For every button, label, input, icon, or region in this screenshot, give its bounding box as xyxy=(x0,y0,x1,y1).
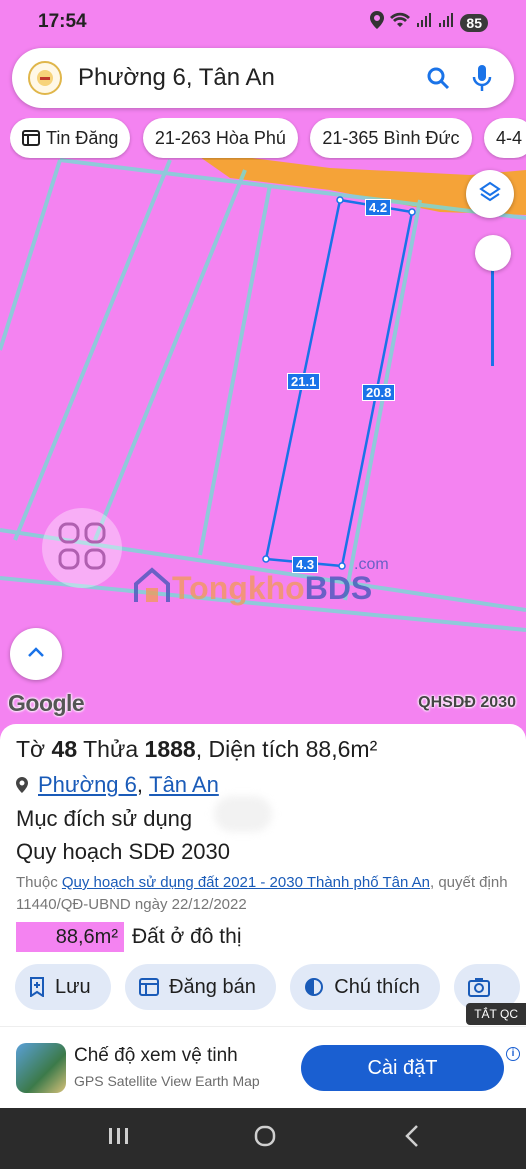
signal-icon xyxy=(416,12,432,33)
zoom-slider-handle[interactable] xyxy=(475,235,511,271)
ad-info-icon[interactable]: i xyxy=(506,1047,520,1061)
purpose-label: Mục đích sử dụng xyxy=(16,806,193,831)
action-buttons: Lưu Đăng bán Chú thích xyxy=(15,964,526,1012)
blurred-value xyxy=(214,796,272,832)
listing-icon xyxy=(22,130,40,146)
save-button[interactable]: Lưu xyxy=(15,964,111,1010)
save-icon xyxy=(29,977,45,997)
plan-source-link[interactable]: Quy hoạch sử dụng đất 2021 - 2030 Thành … xyxy=(62,874,430,891)
zone-label: Đất ở đô thị xyxy=(132,925,242,948)
watermark-part1: Tongkho xyxy=(172,570,305,606)
signal-icon-2 xyxy=(438,12,454,33)
source-prefix: Thuộc xyxy=(16,874,58,891)
watermark-suffix: .com xyxy=(354,556,389,573)
home-icon xyxy=(253,1124,277,1153)
zone-row: 88,6m² Đất ở đô thị xyxy=(16,922,242,952)
title-suffix: , Diện tích xyxy=(195,736,300,762)
plot-vertices xyxy=(262,196,416,570)
ward-link[interactable]: Phường 6 xyxy=(38,772,137,798)
sheet-number: 48 xyxy=(51,736,78,762)
parcel-area: 88,6m² xyxy=(305,736,378,762)
ad-app-icon[interactable] xyxy=(16,1043,66,1093)
post-sale-button[interactable]: Đăng bán xyxy=(125,964,276,1010)
search-input[interactable]: Phường 6, Tân An xyxy=(78,64,420,92)
camera-icon xyxy=(468,977,491,997)
ad-title[interactable]: Chế độ xem vệ tinh xyxy=(74,1045,238,1067)
legend-icon xyxy=(304,977,324,997)
plan-source: Thuộc Quy hoạch sử dụng đất 2021 - 2030 … xyxy=(16,872,516,916)
wifi-icon xyxy=(390,12,411,33)
status-time: 17:54 xyxy=(38,11,87,32)
watermark: Tongkho BDS .com xyxy=(132,556,389,611)
battery-badge: 85 xyxy=(460,13,488,32)
ad-banner[interactable]: Chế độ xem vệ tinh GPS Satellite View Ea… xyxy=(0,1026,526,1108)
recent-apps-icon xyxy=(107,1126,129,1151)
chip-label: Tin Đăng xyxy=(46,127,119,148)
chip-more[interactable]: 4-4 xyxy=(483,118,526,158)
chip-label: 21-263 Hòa Phú xyxy=(154,127,286,148)
city-link[interactable]: Tân An xyxy=(149,772,219,798)
chip-label: 21-365 Bình Đức xyxy=(322,127,460,148)
chip-label: 4-4 xyxy=(495,127,522,148)
filter-chips: Tin Đăng 21-263 Hòa Phú 21-365 Bình Đức … xyxy=(10,118,526,160)
search-bar[interactable]: Phường 6, Tân An xyxy=(12,48,514,108)
dimension-top: 4.2 xyxy=(365,199,392,216)
install-button[interactable]: Cài đặT xyxy=(301,1045,504,1091)
parcel-info-sheet: Tờ 48 Thửa 1888, Diện tích 88,6m² Phường… xyxy=(0,724,526,1028)
map-view[interactable]: 4.2 21.1 20.8 4.3 17:54 85 Phường 6, Tân… xyxy=(0,0,526,740)
parcel-title: Tờ 48 Thửa 1888, Diện tích 88,6m² xyxy=(16,736,377,763)
apps-grid-icon xyxy=(56,520,108,577)
zoom-slider-track[interactable] xyxy=(491,268,494,366)
system-nav-bar xyxy=(0,1108,526,1169)
status-bar: 17:54 85 xyxy=(0,0,526,44)
back-button[interactable] xyxy=(382,1108,442,1169)
title-prefix: Tờ xyxy=(16,736,46,762)
legend-button[interactable]: Chú thích xyxy=(290,964,440,1010)
back-icon xyxy=(404,1124,420,1153)
home-button[interactable] xyxy=(235,1108,295,1169)
layers-icon xyxy=(478,180,502,209)
parcel-number: 1888 xyxy=(144,736,196,762)
apps-button[interactable] xyxy=(42,508,122,588)
location-separator: , xyxy=(136,772,150,797)
close-ad-button[interactable]: TẮT QC xyxy=(466,1003,526,1025)
dimension-left: 21.1 xyxy=(287,373,321,390)
google-logo: Google xyxy=(8,690,85,716)
legend-label: Chú thích xyxy=(334,975,420,998)
ad-subtitle[interactable]: GPS Satellite View Earth Map xyxy=(74,1073,260,1089)
layer-label: QHSDĐ 2030 xyxy=(418,694,516,711)
watermark-house-icon xyxy=(132,566,172,611)
expand-up-button[interactable] xyxy=(10,628,62,680)
chip-binh-duc[interactable]: 21-365 Bình Đức xyxy=(310,118,472,158)
recent-apps-button[interactable] xyxy=(88,1108,148,1169)
chip-tin-dang[interactable]: Tin Đăng xyxy=(10,118,131,158)
map-canvas[interactable] xyxy=(0,0,526,740)
search-icon[interactable] xyxy=(420,60,456,96)
post-sale-label: Đăng bán xyxy=(169,975,256,998)
chevron-up-icon xyxy=(27,645,45,663)
zone-area: 88,6m² xyxy=(16,922,124,952)
save-label: Lưu xyxy=(55,975,91,998)
app-logo-icon[interactable] xyxy=(28,61,62,95)
location-icon xyxy=(370,11,385,34)
pin-icon xyxy=(16,777,28,793)
plan-label: Quy hoạch SDĐ 2030 xyxy=(16,839,231,864)
microphone-icon[interactable] xyxy=(464,60,500,96)
title-mid: Thửa xyxy=(83,736,139,762)
status-icons: 85 xyxy=(370,11,488,34)
chip-hoa-phu[interactable]: 21-263 Hòa Phú xyxy=(142,118,298,158)
post-icon xyxy=(139,978,160,996)
layers-button[interactable] xyxy=(466,170,514,218)
dimension-right: 20.8 xyxy=(362,384,396,401)
parcel-location: Phường 6, Tân An xyxy=(16,772,219,798)
watermark-part2: BDS xyxy=(304,570,373,606)
